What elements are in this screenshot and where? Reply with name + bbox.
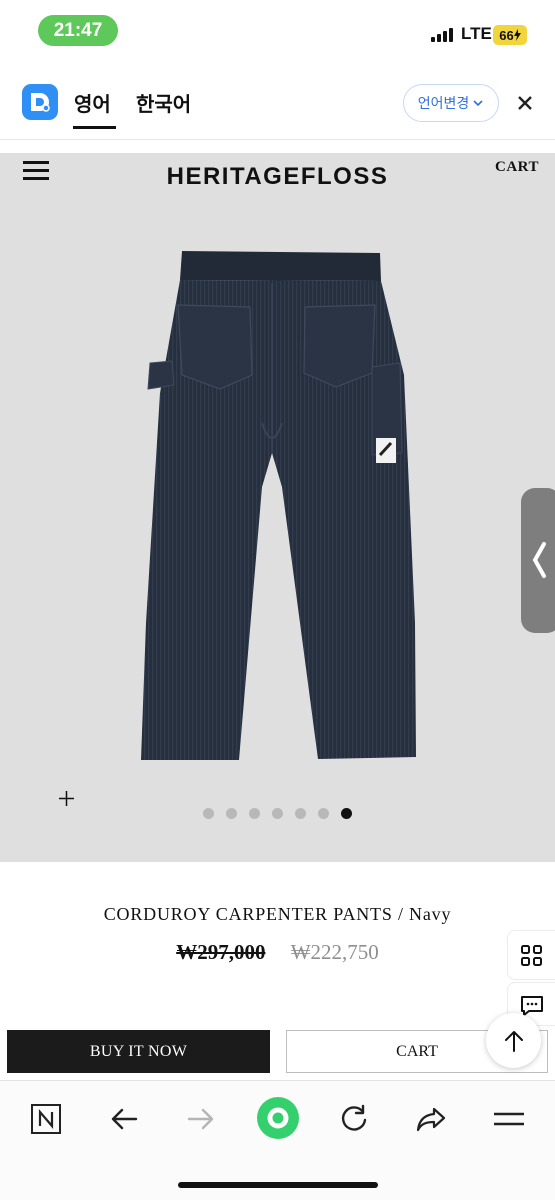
- pagination-dot[interactable]: [295, 808, 306, 819]
- pagination-dot[interactable]: [226, 808, 237, 819]
- plus-icon[interactable]: [58, 790, 75, 807]
- back-button[interactable]: [102, 1099, 146, 1139]
- translate-bar: 영어 한국어 언어변경: [0, 64, 555, 140]
- battery-level: 66: [499, 27, 514, 43]
- close-icon[interactable]: [512, 90, 538, 116]
- naver-home-button[interactable]: [24, 1099, 68, 1139]
- refresh-button[interactable]: [332, 1099, 376, 1139]
- grid-menu-button[interactable]: [507, 930, 555, 980]
- tab-korean[interactable]: 한국어: [136, 88, 191, 117]
- network-type: LTE: [461, 24, 492, 43]
- change-language-button[interactable]: 언어변경: [403, 84, 499, 122]
- grid-icon: [521, 945, 542, 966]
- menu-lines-icon: [494, 1112, 524, 1126]
- arrow-up-icon: [504, 1030, 523, 1052]
- sale-price: ₩222,750: [290, 940, 379, 964]
- share-button[interactable]: [409, 1099, 453, 1139]
- change-language-label: 언어변경: [417, 96, 470, 112]
- chat-icon: [521, 996, 543, 1016]
- product-gallery[interactable]: HERITAGEFLOSS CART: [0, 153, 555, 862]
- buy-now-button[interactable]: BUY IT NOW: [7, 1030, 270, 1073]
- battery-indicator: 66: [493, 25, 527, 45]
- share-icon: [416, 1107, 446, 1132]
- forward-arrow-icon: [187, 1108, 214, 1130]
- pagination-dot-active[interactable]: [341, 808, 352, 819]
- forward-button[interactable]: [179, 1099, 223, 1139]
- tab-english[interactable]: 영어: [74, 88, 111, 117]
- price-row: ₩297,000 ₩222,750: [0, 940, 555, 965]
- image-pagination: [203, 808, 353, 820]
- pagination-dot[interactable]: [272, 808, 283, 819]
- pagination-dot[interactable]: [318, 808, 329, 819]
- translate-logo-icon: [22, 84, 58, 120]
- green-home-button[interactable]: [255, 1095, 301, 1141]
- menu-button[interactable]: [487, 1099, 531, 1139]
- charging-bolt-icon: [513, 29, 521, 41]
- pagination-dot[interactable]: [203, 808, 214, 819]
- scroll-to-top-button[interactable]: [486, 1013, 541, 1068]
- status-bar: 21:47 LTE 66: [0, 0, 555, 62]
- status-time: 21:47: [38, 15, 118, 46]
- home-indicator: [178, 1182, 378, 1188]
- refresh-icon: [341, 1104, 367, 1131]
- side-drawer-handle[interactable]: [521, 488, 555, 633]
- original-price: ₩297,000: [176, 940, 266, 964]
- green-home-icon: [257, 1097, 299, 1139]
- chevron-left-icon: [532, 542, 546, 578]
- chevron-down-icon: [473, 100, 483, 107]
- active-tab-underline: [73, 126, 116, 129]
- naver-n-icon: [31, 1104, 61, 1134]
- product-title: CORDUROY CARPENTER PANTS / Navy: [103, 904, 452, 924]
- pagination-dot[interactable]: [249, 808, 260, 819]
- back-arrow-icon: [111, 1108, 138, 1130]
- product-image: [141, 251, 416, 760]
- signal-icon: [431, 26, 455, 42]
- browser-toolbar: [0, 1080, 555, 1200]
